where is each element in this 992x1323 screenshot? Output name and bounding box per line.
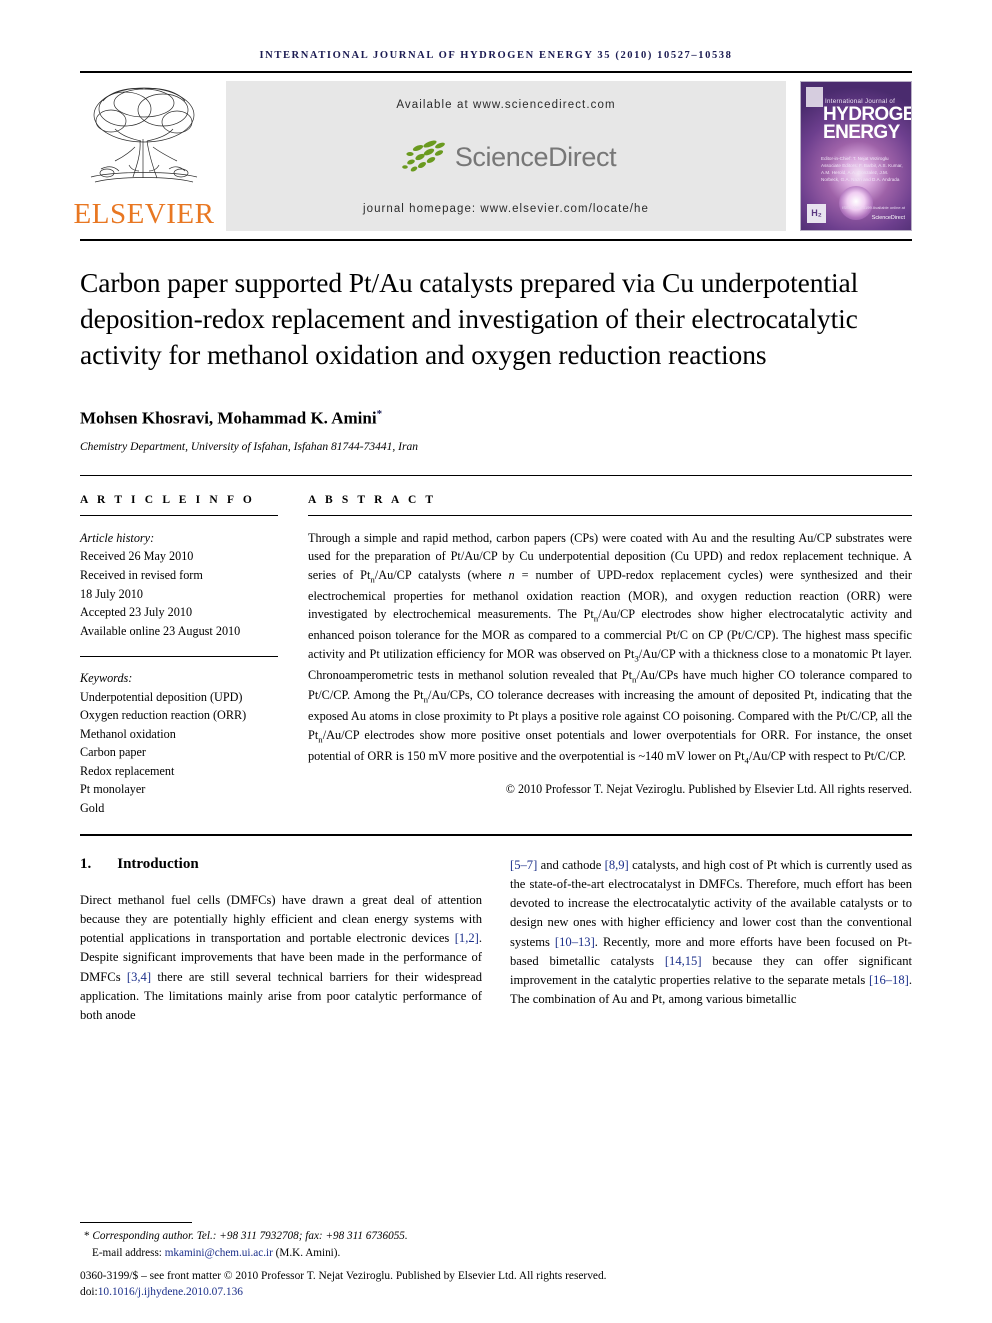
body-columns: 1. Introduction Direct methanol fuel cel… [80, 856, 912, 1026]
sciencedirect-leaf-icon [402, 140, 445, 172]
intro-paragraph-left: Direct methanol fuel cells (DMFCs) have … [80, 892, 483, 1023]
citation-link[interactable]: [8,9] [605, 858, 629, 872]
author-list: Mohsen Khosravi, Mohammad K. Amini* [80, 408, 912, 429]
keyword-item: Pt monolayer [80, 782, 146, 797]
title-bottom-rule [80, 474, 912, 476]
footnote-asterisk: * [84, 1230, 90, 1243]
sciencedirect-logo: ScienceDirect [396, 138, 617, 176]
email-label: E-mail address: [92, 1246, 162, 1259]
cover-title: HYDROGEN ENERGY [823, 105, 911, 144]
corresponding-author-note: * Corresponding author. Tel.: +98 311 79… [80, 1228, 912, 1244]
email-link[interactable]: mkamini@chem.ui.ac.ir [165, 1247, 273, 1259]
introduction-heading: 1. Introduction [80, 856, 482, 873]
cover-elsevier-icon [806, 87, 823, 107]
cover-issn-note: ISSN 0360-3199 Available online at [842, 205, 905, 210]
author-names: Mohsen Khosravi, Mohammad K. Amini [80, 408, 377, 428]
article-history-label: Article history: [80, 530, 155, 545]
keyword-item: Underpotential deposition (UPD) [80, 689, 243, 704]
article-info-column: A R T I C L E I N F O Article history: R… [80, 494, 302, 818]
footnote-rule [80, 1222, 192, 1224]
keywords-label: Keywords: [80, 671, 133, 686]
keywords-rule [80, 656, 278, 658]
page-footnotes: * Corresponding author. Tel.: +98 311 79… [80, 1222, 912, 1301]
abstract-heading: A B S T R A C T [308, 493, 437, 506]
citation-link[interactable]: [3,4] [127, 970, 151, 984]
citation-link[interactable]: [14,15] [665, 954, 702, 968]
email-owner: (M.K. Amini). [275, 1246, 341, 1259]
corresponding-author-marker: * [376, 408, 383, 421]
cover-title-line2: ENERGY [823, 122, 900, 144]
doi-link[interactable]: 10.1016/j.ijhydene.2010.07.136 [98, 1286, 243, 1298]
abstract-copyright: © 2010 Professor T. Nejat Veziroglu. Pub… [505, 781, 912, 796]
journal-homepage-text: journal homepage: www.elsevier.com/locat… [363, 203, 649, 215]
elsevier-wordmark: ELSEVIER [73, 198, 215, 230]
intro-paragraph-right: [5–7] and cathode [8,9] catalysts, and h… [510, 857, 913, 1007]
page-title: Carbon paper supported Pt/Au catalysts p… [80, 267, 859, 370]
elsevier-logo-block: ELSEVIER [74, 81, 214, 231]
cover-sciencedirect-badge: ScienceDirect [871, 215, 905, 221]
keyword-item: Redox replacement [80, 763, 175, 778]
history-item: Available online 23 August 2010 [80, 623, 241, 638]
citation-link[interactable]: [16–18] [869, 973, 909, 987]
affiliation: Chemistry Department, University of Isfa… [80, 440, 418, 453]
history-item: Received 26 May 2010 [80, 549, 194, 564]
section-number: 1. [80, 855, 92, 872]
article-info-rule [80, 514, 278, 516]
keyword-item: Oxygen reduction reaction (ORR) [80, 708, 247, 723]
citation-link[interactable]: [5–7] [510, 858, 537, 872]
abstract-column: A B S T R A C T Through a simple and rap… [302, 494, 912, 818]
article-info-heading: A R T I C L E I N F O [80, 493, 255, 506]
header-rule [80, 71, 912, 73]
keyword-item: Methanol oxidation [80, 726, 176, 741]
front-matter-line: 0360-3199/$ – see front matter © 2010 Pr… [80, 1269, 607, 1282]
sciencedirect-wordmark: ScienceDirect [454, 141, 617, 172]
doi-label: doi: [80, 1286, 98, 1299]
sciencedirect-banner: Available at www.sciencedirect.com Scien… [226, 81, 786, 231]
body-column-left: 1. Introduction Direct methanol fuel cel… [80, 856, 482, 1026]
keyword-item: Gold [80, 801, 105, 816]
section-title: Introduction [117, 855, 199, 872]
citation-link[interactable]: [10–13] [555, 935, 595, 949]
masthead: ELSEVIER Available at www.sciencedirect.… [74, 81, 912, 231]
email-note: E-mail address: mkamini@chem.ui.ac.ir (M… [80, 1245, 912, 1261]
article-page: INTERNATIONAL JOURNAL OF HYDROGEN ENERGY… [0, 0, 992, 1323]
citation-link[interactable]: [1,2] [455, 931, 479, 945]
cover-editors: Editor-in-Chief: T. Nejat Veziroglu Asso… [821, 156, 903, 182]
history-item: 18 July 2010 [80, 586, 143, 601]
elsevier-tree-icon [90, 87, 198, 183]
running-head: INTERNATIONAL JOURNAL OF HYDROGEN ENERGY… [259, 50, 733, 61]
abstract-text: Through a simple and rapid method, carbo… [308, 530, 913, 766]
abstract-bottom-rule [80, 833, 912, 836]
keyword-item: Carbon paper [80, 745, 146, 760]
history-item: Received in revised form [80, 568, 203, 582]
cover-orb-graphic [839, 186, 873, 220]
info-abstract-section: A R T I C L E I N F O Article history: R… [80, 494, 912, 818]
body-column-right: [5–7] and cathode [8,9] catalysts, and h… [510, 856, 912, 1026]
cover-h2-badge: H₂ [807, 204, 826, 223]
history-item: Accepted 23 July 2010 [80, 605, 193, 620]
journal-cover-thumbnail: International Journal of HYDROGEN ENERGY… [800, 81, 912, 231]
corresponding-author-text: Corresponding author. Tel.: +98 311 7932… [92, 1230, 408, 1243]
available-at-text: Available at www.sciencedirect.com [396, 99, 616, 111]
masthead-bottom-rule [80, 239, 912, 241]
doi-line: doi:10.1016/j.ijhydene.2010.07.136 [80, 1284, 912, 1301]
abstract-rule [308, 514, 912, 516]
front-matter-block: 0360-3199/$ – see front matter © 2010 Pr… [80, 1268, 912, 1301]
